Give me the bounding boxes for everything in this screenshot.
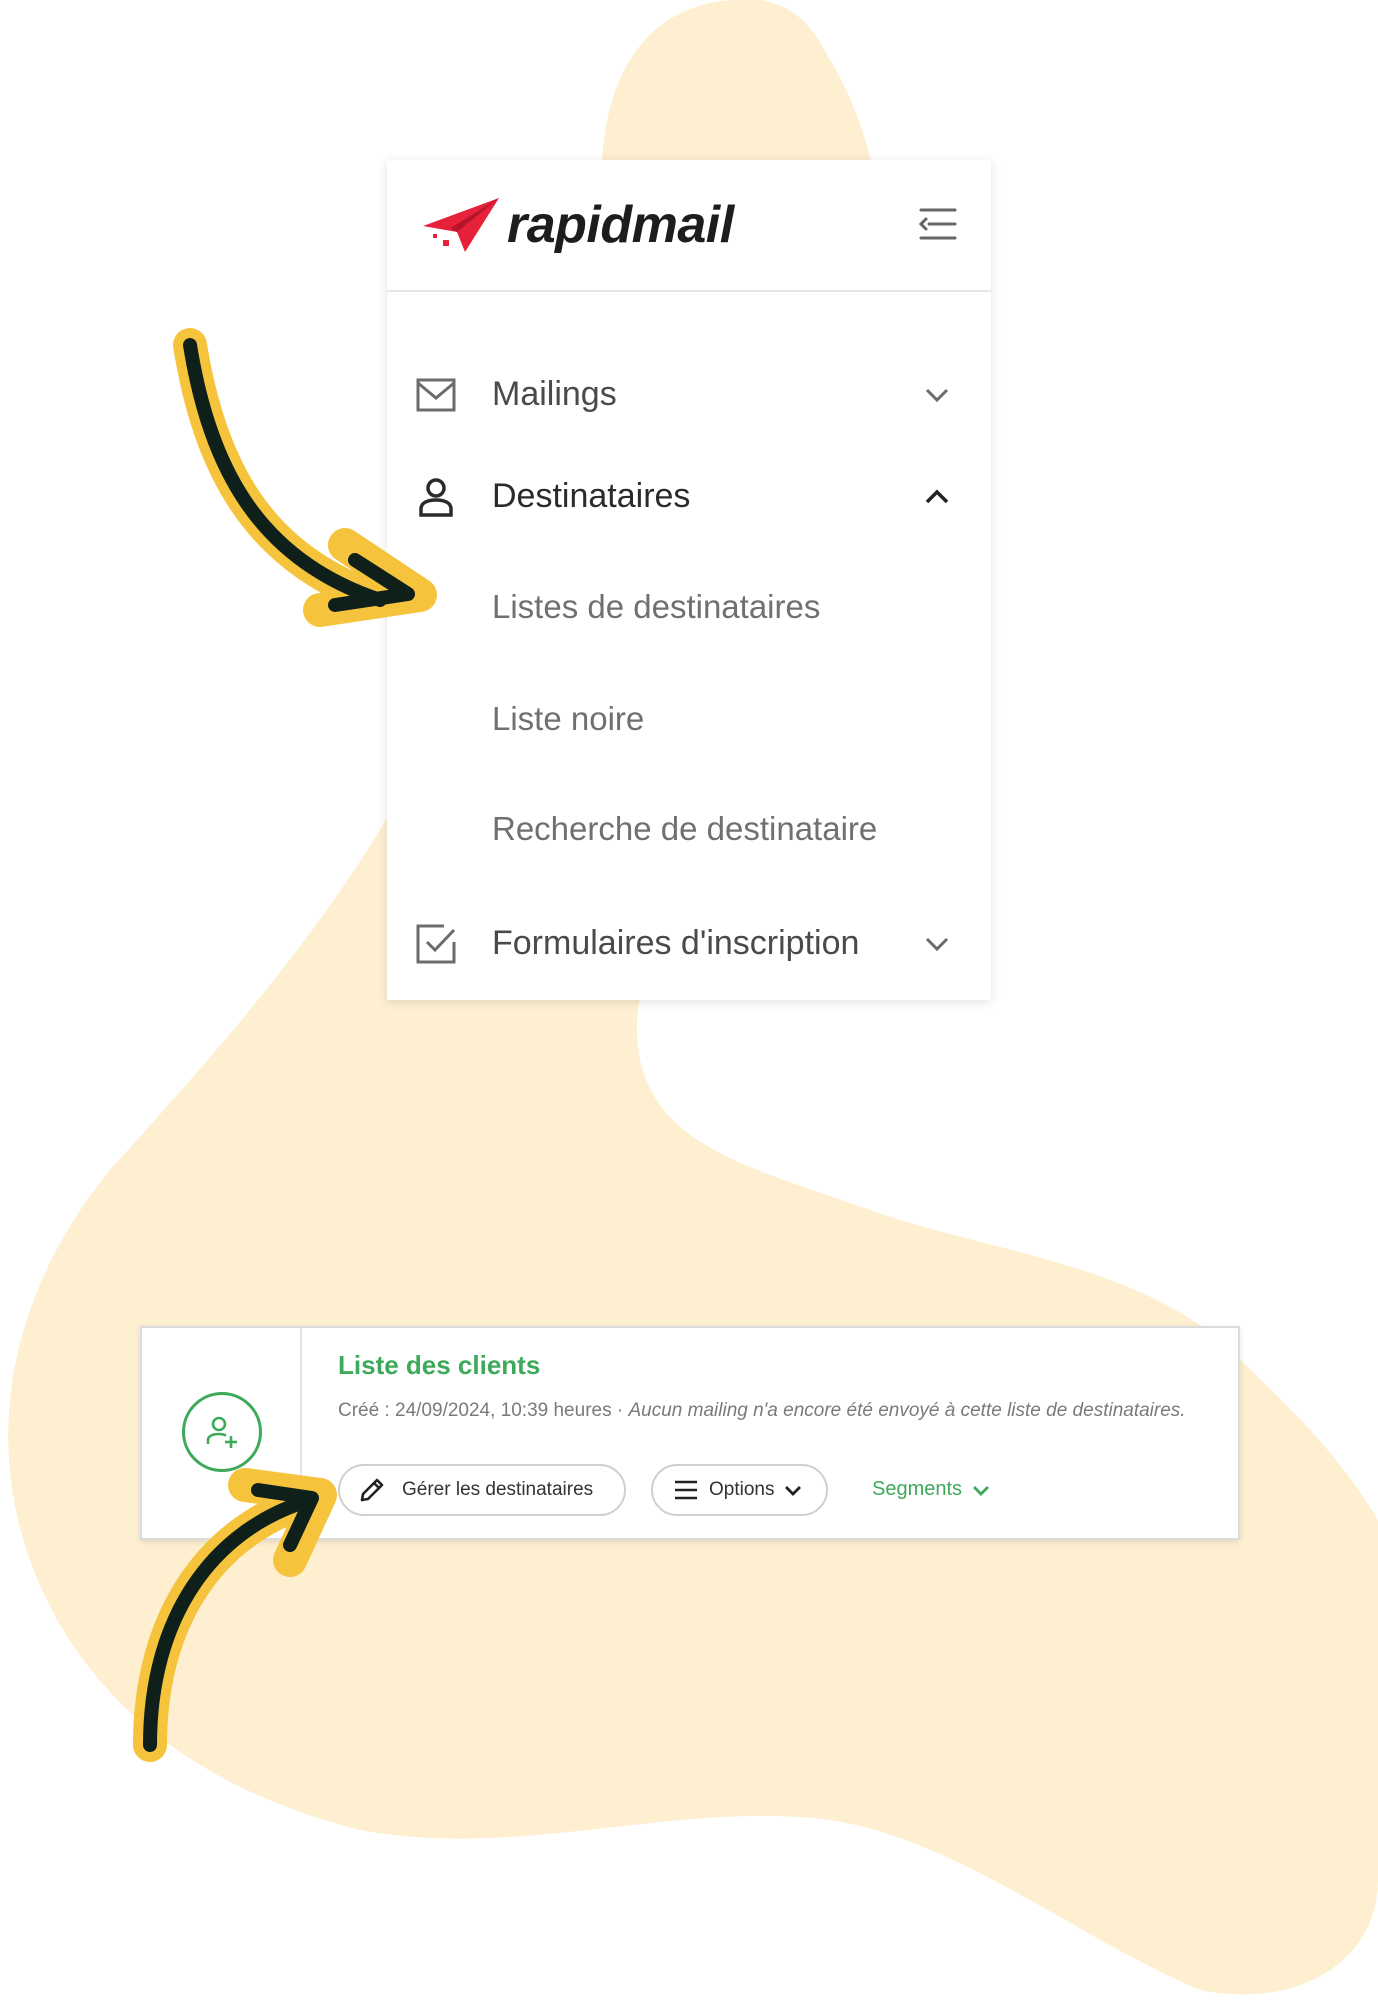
list-created: Créé : 24/09/2024, 10:39 heures bbox=[338, 1400, 612, 1421]
segments-dropdown[interactable]: Segments bbox=[872, 1478, 992, 1501]
recipient-list-card: Liste des clients Créé : 24/09/2024, 10:… bbox=[140, 1326, 1240, 1540]
paper-plane-icon bbox=[423, 198, 499, 252]
checkbox-icon bbox=[416, 924, 456, 964]
chevron-down-icon bbox=[925, 388, 949, 403]
sidebar-item-label: Destinataires bbox=[492, 477, 691, 515]
chevron-down-icon bbox=[973, 1485, 990, 1496]
sidebar-item-label: Formulaires d'inscription bbox=[492, 924, 860, 962]
chevron-up-icon bbox=[925, 489, 949, 504]
sidebar-item-destinataires[interactable]: Destinataires bbox=[387, 457, 991, 537]
user-icon bbox=[419, 478, 453, 517]
list-avatar-column bbox=[142, 1328, 302, 1538]
logo-wordmark: rapidmail bbox=[507, 196, 734, 254]
chevron-down-icon bbox=[785, 1486, 802, 1496]
user-plus-icon bbox=[206, 1416, 237, 1448]
envelope-icon bbox=[416, 378, 456, 412]
list-note: Aucun mailing n'a encore été envoyé à ce… bbox=[628, 1400, 1186, 1421]
list-title[interactable]: Liste des clients bbox=[338, 1350, 540, 1381]
sidebar-header: rapidmail bbox=[387, 160, 991, 292]
sidebar-subitem-recherche-de-destinataire[interactable]: Recherche de destinataire bbox=[492, 810, 877, 848]
meta-separator: · bbox=[611, 1400, 629, 1421]
sidebar-menu: rapidmail Mailings Destinataires Listes … bbox=[387, 160, 991, 1000]
options-button[interactable]: Options bbox=[651, 1464, 828, 1516]
sidebar-item-formulaires-inscription[interactable]: Formulaires d'inscription bbox=[387, 904, 991, 984]
chevron-down-icon bbox=[925, 937, 949, 952]
sidebar-subitem-liste-noire[interactable]: Liste noire bbox=[492, 700, 644, 738]
options-label: Options bbox=[709, 1479, 775, 1500]
manage-recipients-button[interactable]: Gérer les destinataires bbox=[338, 1464, 626, 1516]
sidebar-item-mailings[interactable]: Mailings bbox=[387, 355, 991, 435]
sidebar-item-label: Mailings bbox=[492, 375, 617, 413]
pencil-icon bbox=[360, 1478, 384, 1502]
sidebar-subitem-listes-de-destinataires[interactable]: Listes de destinataires bbox=[492, 588, 820, 626]
manage-recipients-label: Gérer les destinataires bbox=[402, 1479, 594, 1500]
hamburger-icon bbox=[675, 1480, 697, 1500]
segments-label: Segments bbox=[872, 1478, 963, 1500]
list-avatar bbox=[182, 1392, 262, 1472]
rapidmail-logo[interactable]: rapidmail bbox=[421, 190, 734, 260]
collapse-menu-icon[interactable] bbox=[913, 200, 961, 248]
list-meta: Créé : 24/09/2024, 10:39 heures · Aucun … bbox=[338, 1400, 1186, 1422]
